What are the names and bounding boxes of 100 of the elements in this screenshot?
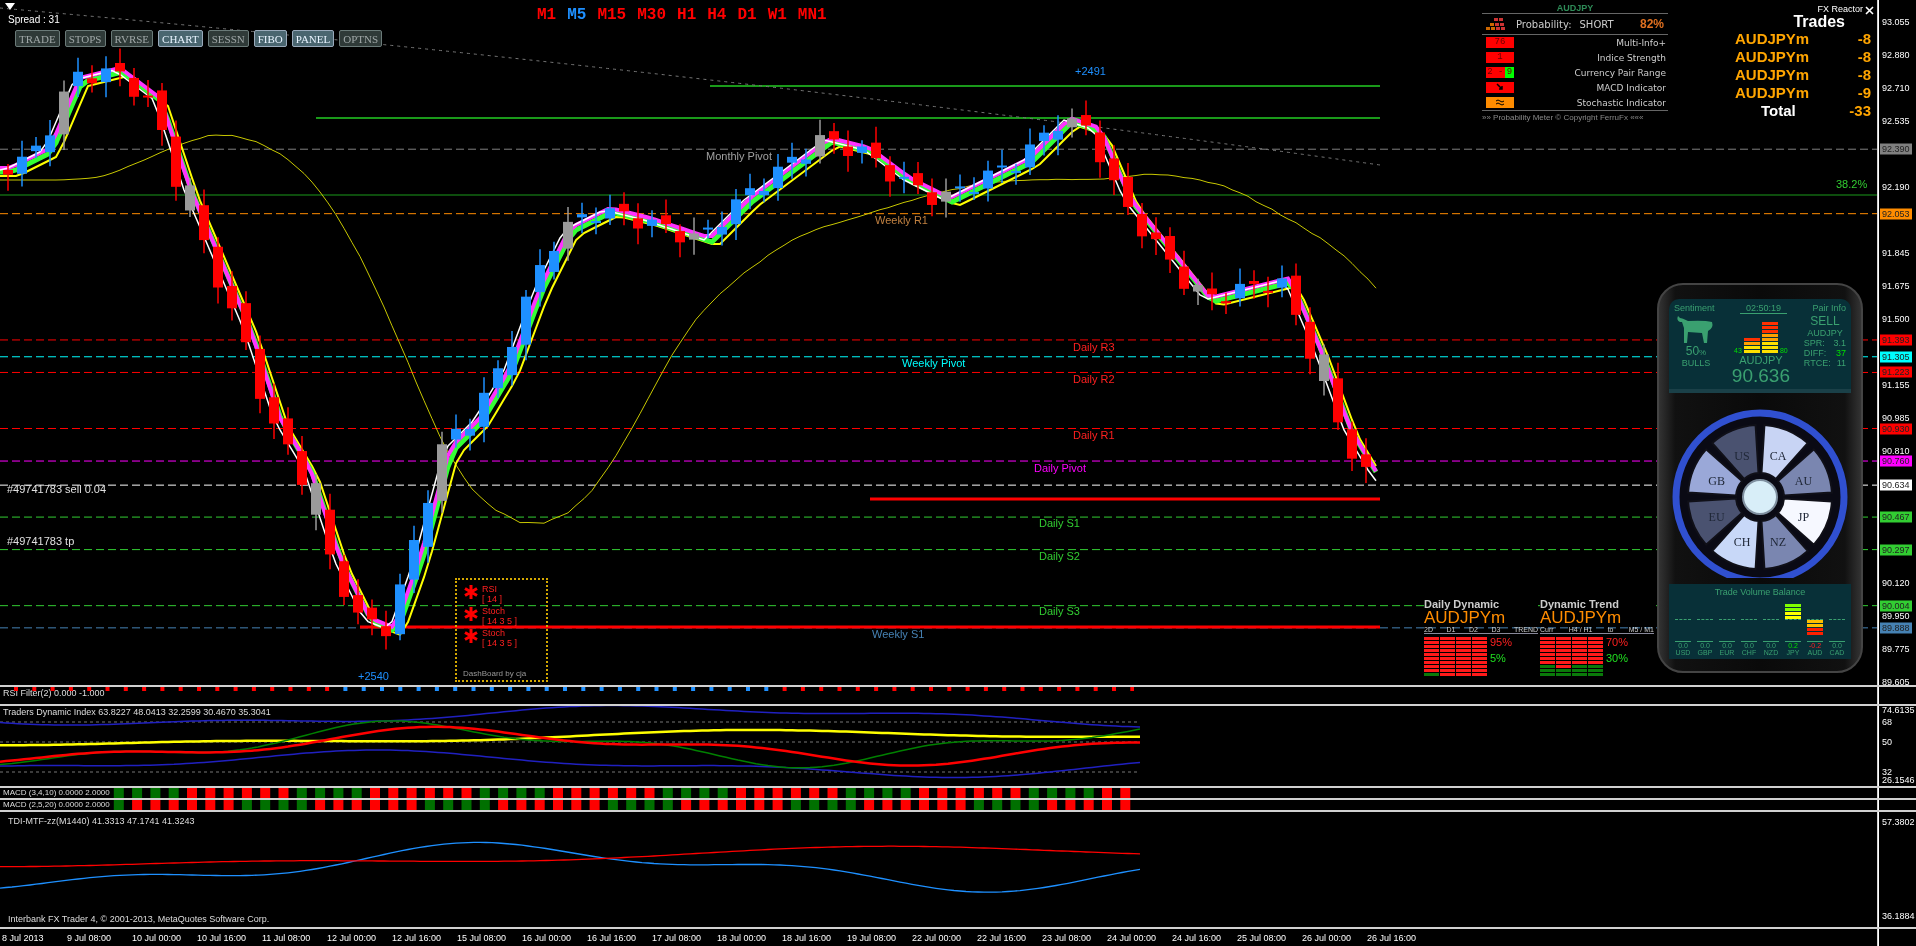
currency-code: EU	[1708, 510, 1725, 524]
indicator-label: Currency Pair Range	[1574, 67, 1666, 78]
timeframe-link[interactable]: H4	[707, 6, 727, 24]
toolbar-button[interactable]: RVRSE	[110, 30, 154, 47]
pair-label: AUDJPY	[1806, 328, 1844, 338]
scale-label: 26.1546	[1881, 774, 1916, 786]
price-label: 91.845	[1881, 247, 1911, 259]
price-label: 91.393	[1880, 334, 1912, 346]
spread-label: Spread : 31	[8, 14, 60, 25]
signal-label: SELL	[1809, 314, 1841, 328]
time-label: 18 Jul 16:00	[782, 932, 833, 943]
price-label: 90.634	[1880, 479, 1912, 491]
time-label: 15 Jul 08:00	[457, 932, 508, 943]
candlestick	[269, 382, 279, 440]
toolbar-button[interactable]: SESSN	[207, 30, 249, 47]
candlestick	[311, 473, 321, 531]
timeframe-link[interactable]: MN1	[797, 6, 827, 24]
toolbar-button[interactable]: TRADE	[15, 30, 60, 47]
timeframe-link[interactable]: M5	[567, 6, 587, 24]
time-label: 9 Jul 08:00	[67, 932, 113, 943]
indicator-label: Traders Dynamic Index 63.8227 48.0413 32.2599 30.4670 35.3041	[3, 707, 271, 717]
timeframe-link[interactable]: M1	[537, 6, 557, 24]
candlestick	[661, 198, 671, 234]
copyright-text: »» Probability Meter © Copyright FerruFx «««	[1482, 110, 1668, 122]
toolbar-button[interactable]: PANEL	[291, 30, 335, 47]
candlestick	[955, 173, 965, 203]
toolbar-button[interactable]: STOPS	[64, 30, 106, 47]
indicator-badge: 2 -	[1486, 67, 1505, 78]
currency-code: CH	[1733, 535, 1751, 550]
candlestick	[1347, 420, 1357, 472]
candlestick	[591, 206, 601, 235]
trade-value: -8	[1857, 48, 1871, 66]
candlestick	[1179, 249, 1189, 296]
candlestick	[899, 160, 909, 194]
indicator-params: [ 14 3 5 ]	[482, 616, 518, 626]
candlestick	[843, 129, 853, 173]
timeframe-link[interactable]: D1	[737, 6, 757, 24]
panel-title: Trade Volume Balance	[1714, 587, 1806, 597]
timeframe-link[interactable]: M30	[637, 6, 667, 24]
toolbar-button[interactable]: CHART	[158, 30, 203, 47]
price-label: 92.190	[1881, 181, 1911, 193]
candlestick	[829, 122, 839, 155]
candlestick	[675, 223, 685, 259]
panel-title: Dynamic Trend	[1540, 598, 1654, 610]
stat-label: RTCE:	[1803, 358, 1831, 368]
candlestick	[157, 82, 167, 147]
currency-code: AU	[1794, 474, 1813, 488]
price-label: 89.605	[1881, 676, 1911, 685]
price-label: 91.675	[1881, 280, 1911, 292]
close-icon[interactable]	[1865, 6, 1874, 15]
indicator-label: Indice Strength	[1597, 52, 1666, 63]
candlestick	[647, 209, 657, 238]
scale-label: 32	[1881, 766, 1893, 777]
price-label: 90.930	[1880, 423, 1912, 434]
price-label: 90.120	[1881, 577, 1911, 589]
trade-symbol: AUDJPYm	[1735, 30, 1810, 48]
price-label: 89.888	[1880, 622, 1912, 634]
price-label: 92.710	[1881, 82, 1911, 94]
collapse-triangle-icon[interactable]	[5, 3, 15, 10]
time-label: 17 Jul 08:00	[652, 932, 703, 943]
candlestick	[465, 417, 475, 452]
price-label: 90.810	[1881, 445, 1911, 457]
candlestick	[395, 573, 405, 641]
wheel-segment[interactable]	[1711, 514, 1760, 570]
time-label: 19 Jul 08:00	[847, 932, 898, 943]
currency-code: JP	[1797, 510, 1810, 524]
candlestick	[941, 177, 951, 219]
candlestick	[73, 57, 83, 98]
candlestick	[1095, 119, 1105, 179]
asterisk-icon	[463, 584, 479, 600]
candlestick	[1109, 144, 1119, 196]
toolbar-button[interactable]: OPTNS	[339, 30, 383, 47]
candlestick	[1151, 216, 1161, 256]
asterisk-icon	[463, 606, 479, 622]
candlestick	[101, 55, 111, 99]
probability-value: 82%	[1639, 17, 1664, 31]
timeframe-link[interactable]: H1	[677, 6, 697, 24]
chart-label: +2540	[358, 670, 389, 682]
price-label: 90.760	[1880, 455, 1912, 467]
bull-percent: 50	[1685, 344, 1700, 358]
candlestick	[549, 241, 559, 281]
candlestick	[381, 610, 391, 651]
time-label: 16 Jul 16:00	[587, 932, 638, 943]
time-label: 22 Jul 00:00	[912, 932, 963, 943]
chart-label: Weekly S1	[872, 628, 925, 640]
toolbar-button[interactable]: FIBO	[253, 30, 287, 47]
candlestick	[59, 79, 69, 151]
indicator-name: Stoch	[482, 628, 506, 638]
total-label: Total	[1761, 102, 1796, 120]
candlestick	[1263, 276, 1273, 308]
chart-label: Daily R3	[1073, 341, 1115, 353]
candlestick	[1011, 162, 1021, 186]
candlestick	[759, 177, 769, 203]
currency-code: US	[1734, 448, 1750, 463]
trades-heading: Trades	[1793, 14, 1845, 30]
indicator-params: [ 14 ]	[482, 594, 502, 604]
candlestick	[297, 435, 307, 496]
wheel-segment[interactable]	[1760, 514, 1809, 570]
timeframe-link[interactable]: W1	[767, 6, 787, 24]
timeframe-link[interactable]: M15	[597, 6, 627, 24]
